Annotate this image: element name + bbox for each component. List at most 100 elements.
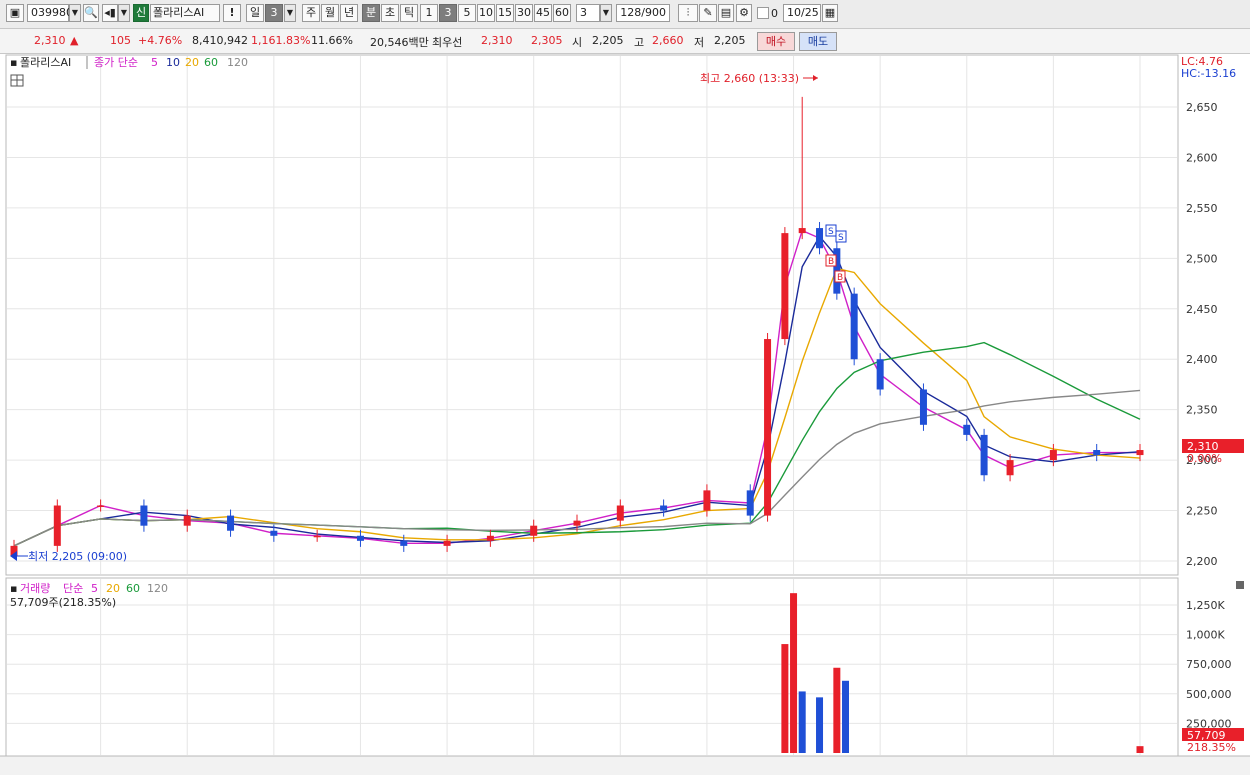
date-input[interactable]: 10/25 (783, 4, 821, 22)
trade-amount: 20,546백만 (370, 36, 429, 49)
price-candle (1136, 450, 1144, 456)
current-volume-pct-tag: 218.35% (1187, 741, 1236, 754)
high-price: 2,660 (652, 34, 684, 47)
ma-legend-label[interactable]: 종가 단순 (94, 56, 138, 69)
volume-panel-title[interactable]: 거래량 (20, 582, 50, 595)
volume-bar (798, 691, 806, 753)
low-price: 2,205 (714, 34, 746, 47)
price-candle (356, 535, 364, 541)
low-marker-label: 최저 2,205 (09:00) (28, 550, 127, 563)
turnover-ratio: 11.66% (311, 34, 353, 47)
price-candle (703, 490, 711, 511)
volume-ytick-label: 1,250K (1186, 599, 1225, 612)
sound-dropdown-icon[interactable]: ▼ (118, 4, 130, 22)
draw-tool-icon[interactable]: ✎ (699, 4, 717, 22)
search-icon[interactable]: 🔍 (83, 4, 99, 22)
price-candle (1049, 450, 1057, 461)
price-ytick-label: 2,400 (1186, 353, 1218, 366)
settings-gear-icon[interactable]: ⚙ (736, 4, 752, 22)
period-year-button[interactable]: 년 (340, 4, 358, 22)
interval-input[interactable]: 3 (576, 4, 600, 22)
price-candle (313, 535, 321, 538)
price-candle (400, 540, 408, 546)
open-label: 시 (572, 36, 583, 49)
price-change: 105 (110, 34, 131, 47)
price-ytick-label: 2,350 (1186, 404, 1218, 417)
price-candle (746, 490, 754, 516)
ma10-legend: 10 (166, 56, 180, 69)
period-second-button[interactable]: 초 (381, 4, 399, 22)
chart-type-icon[interactable]: ⫶ (678, 4, 698, 22)
price-candle (798, 228, 806, 234)
interval-30-button[interactable]: 30 (515, 4, 533, 22)
price-candle (876, 359, 884, 390)
save-icon[interactable]: ▤ (718, 4, 734, 22)
window-menu-icon[interactable]: ▣ (6, 4, 24, 22)
high-marker-label: 최고 2,660 (13:33) (700, 72, 799, 85)
ma10-line (13, 235, 1141, 547)
volume-ma-label[interactable]: 단순 (63, 582, 83, 595)
period-day-count[interactable]: 3 (265, 4, 283, 22)
price-volume-chart[interactable]: 2,6502,6002,5502,5002,4502,4002,3502,300… (0, 53, 1250, 775)
interval-45-button[interactable]: 45 (534, 4, 552, 22)
period-week-button[interactable]: 주 (302, 4, 320, 22)
alert-button[interactable]: ! (223, 4, 241, 22)
volume-panel-toggle-icon[interactable] (1236, 581, 1244, 589)
date-checkbox-label: 0 (771, 7, 778, 20)
volume-ytick-label: 500,000 (1186, 688, 1232, 701)
price-candle (53, 505, 61, 546)
buy-button[interactable]: 매수 (757, 32, 795, 51)
open-price: 2,205 (592, 34, 624, 47)
price-candle (919, 389, 927, 425)
price-ytick-label: 2,250 (1186, 505, 1218, 518)
period-month-button[interactable]: 월 (321, 4, 339, 22)
interval-15-button[interactable]: 15 (496, 4, 514, 22)
price-candle (486, 535, 494, 541)
vol-ma5-legend: 5 (91, 582, 98, 595)
stock-code-input[interactable]: 039980 (27, 4, 73, 22)
best-ask-price: 2,310 (481, 34, 513, 47)
period-day-button[interactable]: 일 (246, 4, 264, 22)
bar-count-input[interactable]: 128/900 (616, 4, 670, 22)
volume-ratio: 1,161.83% (251, 34, 311, 47)
price-candle (270, 530, 278, 536)
price-candle (443, 540, 451, 546)
code-dropdown-icon[interactable]: ▼ (69, 4, 81, 22)
price-panel-title[interactable]: 폴라리스AI (20, 56, 71, 69)
ma20-line (13, 267, 1141, 547)
interval-10-button[interactable]: 10 (477, 4, 495, 22)
chart-area[interactable]: 2,650 2,600 2,550 2,500 2,450 2,400 2,350 2,300… (0, 53, 1250, 775)
price-candle (97, 505, 105, 508)
best-price-label: 최우선 (432, 36, 463, 49)
sell-signal-icon: S (828, 227, 834, 237)
price-ytick-label: 2,550 (1186, 202, 1218, 215)
interval-5-button[interactable]: 5 (458, 4, 476, 22)
price-candle (616, 505, 624, 521)
volume-ytick-label: 750,000 (1186, 658, 1232, 671)
price-candle (227, 515, 235, 531)
current-pct-tag: 0.00% (1187, 452, 1222, 465)
hc-label: HC:-13.16 (1181, 67, 1236, 80)
interval-3-button[interactable]: 3 (439, 4, 457, 22)
volume-bar (842, 680, 850, 753)
price-candle (781, 233, 789, 340)
price-candle (816, 228, 824, 249)
interval-dropdown-icon[interactable]: ▼ (600, 4, 612, 22)
date-checkbox[interactable] (757, 7, 769, 19)
high-label: 고 (634, 36, 645, 49)
buy-signal-icon: B (837, 273, 843, 283)
period-minute-button[interactable]: 분 (362, 4, 380, 22)
calendar-icon[interactable]: ▦ (822, 4, 838, 22)
sound-icon[interactable]: ◂▮ (102, 4, 118, 22)
sell-button[interactable]: 매도 (799, 32, 837, 51)
price-panel-frame (5, 54, 1179, 576)
low-label: 저 (694, 36, 705, 49)
period-tick-button[interactable]: 틱 (400, 4, 418, 22)
price-candle (1006, 460, 1014, 476)
volume-ytick-label: 1,000K (1186, 629, 1225, 642)
new-listing-badge: 신 (133, 4, 149, 22)
period-day-dropdown-icon[interactable]: ▼ (284, 4, 296, 22)
interval-1-button[interactable]: 1 (420, 4, 438, 22)
price-candle (764, 339, 772, 516)
interval-60-button[interactable]: 60 (553, 4, 571, 22)
